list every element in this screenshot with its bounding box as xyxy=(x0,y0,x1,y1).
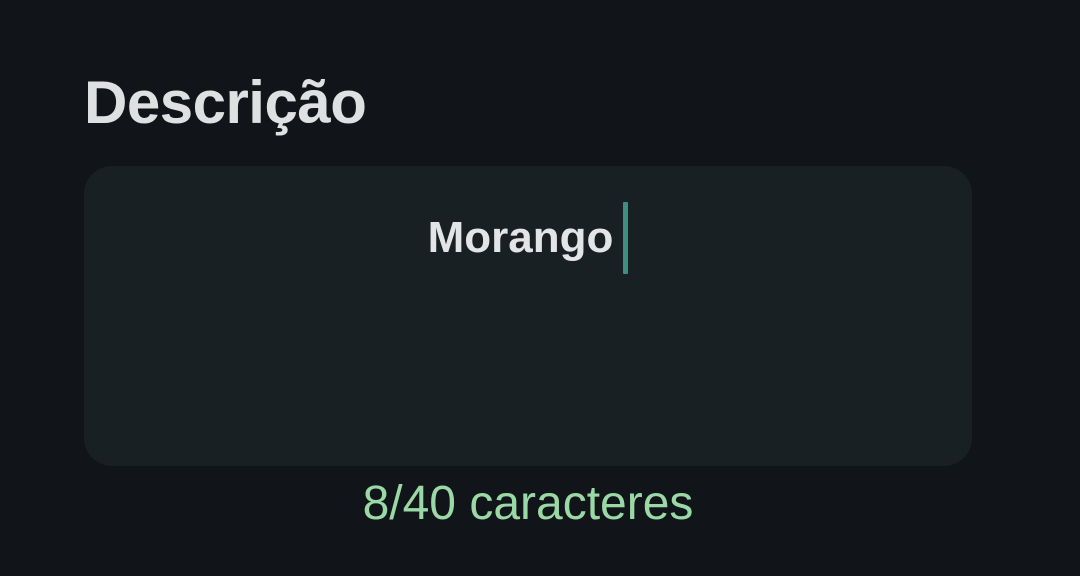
description-input[interactable]: Morango xyxy=(84,166,972,466)
description-label: Descrição xyxy=(84,69,367,136)
description-value: Morango xyxy=(427,213,614,262)
character-counter: 8/40 caracteres xyxy=(362,477,694,530)
text-caret xyxy=(623,202,629,274)
description-input-line[interactable]: Morango xyxy=(84,202,972,274)
